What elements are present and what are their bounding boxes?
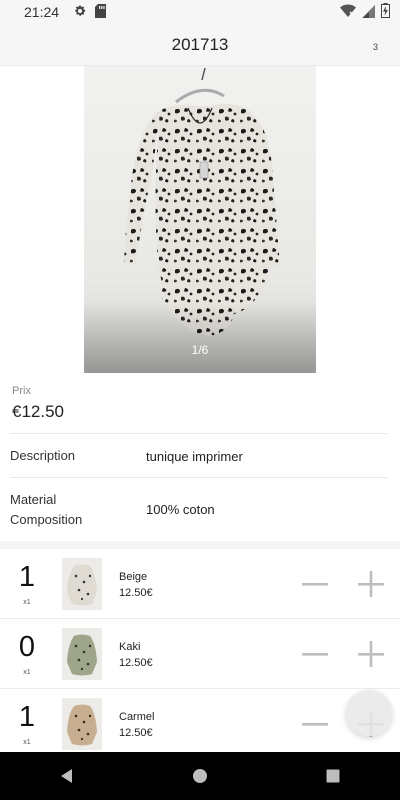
minus-icon	[302, 653, 328, 656]
section-separator	[0, 541, 400, 549]
product-gallery[interactable]: 1/6	[0, 66, 400, 373]
quantity-value: 1	[18, 561, 36, 593]
price-value: €12.50	[12, 402, 64, 421]
list-item: 0 x1 Kaki 12.50€	[0, 619, 400, 689]
product-photo[interactable]: 1/6	[84, 66, 316, 373]
variant-thumbnail	[62, 698, 102, 750]
battery-charging-icon	[381, 3, 390, 21]
photo-shadow	[84, 303, 316, 373]
variant-thumbnail	[62, 628, 102, 680]
photo-counter: 1/6	[191, 343, 209, 357]
variant-name: Carmel	[119, 711, 155, 723]
quantity-multiplier: x1	[23, 739, 31, 746]
back-button[interactable]	[47, 756, 87, 796]
system-navigation-bar	[0, 752, 400, 800]
decrease-quantity-button[interactable]	[298, 709, 332, 739]
quantity-multiplier: x1	[23, 599, 31, 606]
increase-quantity-button[interactable]	[354, 569, 388, 599]
variant-price: 12.50€	[119, 587, 153, 599]
variant-price: 12.50€	[119, 727, 153, 739]
cell-signal-icon	[362, 4, 375, 21]
increase-quantity-button[interactable]	[354, 639, 388, 669]
description-value: tunique imprimer	[146, 449, 243, 464]
price-label: Prix	[12, 385, 31, 397]
status-time: 21:24	[24, 4, 60, 20]
plus-icon	[358, 571, 384, 597]
variant-price: 12.50€	[119, 657, 153, 669]
recents-button[interactable]	[313, 756, 353, 796]
floating-action-button[interactable]	[346, 690, 392, 736]
list-item: 1 x1 Carmel 12.50€	[0, 689, 400, 759]
wifi-off-icon	[340, 4, 356, 21]
settings-gear-icon	[73, 4, 87, 21]
recents-square-icon	[326, 769, 340, 783]
home-button[interactable]	[180, 756, 220, 796]
variant-thumbnail	[62, 558, 102, 610]
page-title: 201713	[171, 34, 229, 54]
quantity-multiplier: x1	[23, 669, 31, 676]
divider	[10, 433, 388, 434]
back-triangle-icon	[60, 769, 72, 783]
variant-name: Beige	[119, 571, 148, 583]
cart-count-badge[interactable]: 3	[373, 42, 378, 52]
decrease-quantity-button[interactable]	[298, 639, 332, 669]
material-value: 100% coton	[146, 502, 215, 517]
status-bar: 21:24	[0, 0, 400, 24]
app-bar: 201713 3	[0, 24, 400, 66]
divider	[10, 477, 388, 478]
material-label: Material Composition	[10, 492, 83, 527]
quantity-value: 1	[18, 701, 36, 733]
list-item: 1 x1 Beige 12.50€	[0, 549, 400, 619]
quantity-value: 0	[18, 631, 36, 663]
decrease-quantity-button[interactable]	[298, 569, 332, 599]
variant-name: Kaki	[119, 641, 141, 653]
plus-icon	[358, 641, 384, 667]
sd-card-icon	[95, 3, 107, 21]
minus-icon	[302, 583, 328, 586]
description-label: Description	[10, 448, 76, 463]
home-circle-icon	[192, 769, 207, 783]
minus-icon	[302, 723, 328, 726]
